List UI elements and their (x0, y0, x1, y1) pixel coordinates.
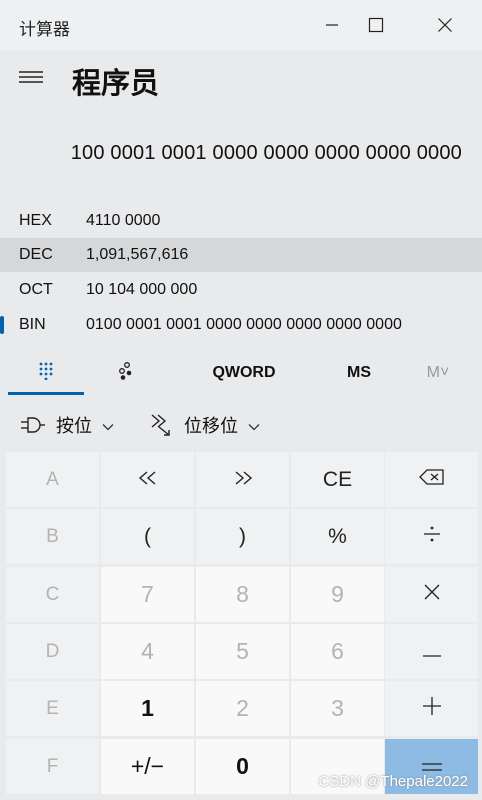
key-b[interactable]: B (6, 509, 99, 564)
key-0[interactable]: 0 (196, 739, 289, 794)
key-4[interactable]: 4 (101, 624, 194, 679)
key-add[interactable] (385, 681, 478, 736)
maximize-button[interactable] (353, 8, 399, 42)
key-f[interactable]: F (6, 739, 99, 794)
key-5[interactable]: 5 (196, 624, 289, 679)
app-title: 计算器 (19, 20, 70, 39)
plus-icon (422, 696, 442, 722)
left-shift-icon (137, 468, 159, 492)
key-8[interactable]: 8 (196, 567, 289, 622)
bitwise-gate-icon (20, 415, 46, 435)
key-percent[interactable]: % (291, 509, 384, 564)
full-keypad-icon (38, 362, 54, 385)
close-button[interactable] (422, 8, 468, 42)
active-radix-indicator (0, 316, 4, 334)
key-3[interactable]: 3 (291, 681, 384, 736)
bitshift-dropdown[interactable]: 位移位 (150, 405, 260, 445)
radix-row-dec[interactable]: DEC 1,091,567,616 (0, 238, 482, 272)
key-subtract[interactable] (385, 624, 478, 679)
key-left-paren[interactable]: ( (101, 509, 194, 564)
minus-icon (422, 640, 442, 664)
key-d[interactable]: D (6, 624, 99, 679)
radix-name-oct: OCT (19, 281, 53, 298)
tab-full-keypad[interactable] (8, 352, 84, 394)
bitshift-label: 位移位 (184, 416, 238, 436)
radix-name-hex: HEX (19, 212, 52, 229)
backspace-icon (418, 468, 445, 492)
divide-icon (422, 525, 442, 549)
key-e[interactable]: E (6, 681, 99, 736)
key-negate[interactable]: +/− (101, 739, 194, 794)
radix-row-hex[interactable]: HEX 4110 0000 (0, 204, 482, 238)
key-left-shift[interactable] (101, 452, 194, 507)
chevron-down-icon (248, 415, 260, 436)
keypad-mode-tabs: QWORD MS M˅ (0, 352, 482, 394)
radix-value-bin: 0100 0001 0001 0000 0000 0000 0000 0000 (86, 316, 402, 333)
memory-menu-label: M˅ (426, 364, 450, 381)
key-c[interactable]: C (6, 567, 99, 622)
bitwise-dropdown[interactable]: 按位 (20, 405, 114, 445)
key-backspace[interactable] (385, 452, 478, 507)
active-tab-underline (8, 392, 84, 395)
radix-value-hex: 4110 0000 (86, 212, 161, 229)
tools-bar: 按位 位移位 (0, 405, 482, 445)
key-a[interactable]: A (6, 452, 99, 507)
title-bar: 计算器 (0, 0, 482, 50)
close-icon (437, 17, 453, 33)
word-size-label: QWORD (212, 364, 276, 381)
minimize-icon (325, 18, 339, 32)
radix-name-dec: DEC (19, 246, 53, 263)
memory-menu-button[interactable]: M˅ (410, 352, 466, 394)
memory-store-label: MS (347, 364, 371, 381)
watermark: CSDN @Thepale2022 (318, 773, 468, 790)
chevron-down-icon (102, 415, 114, 436)
multiply-icon (423, 583, 441, 607)
radix-row-oct[interactable]: OCT 10 104 000 000 (0, 273, 482, 307)
radix-name-bin: BIN (19, 316, 46, 333)
result-display: 100 0001 0001 0000 0000 0000 0000 0000 (70, 142, 462, 164)
keypad: A CE B ( ) % C 7 8 9 D 4 5 6 E 1 2 3 F +… (6, 452, 478, 798)
key-clear-entry[interactable]: CE (291, 452, 384, 507)
radix-value-oct: 10 104 000 000 (86, 281, 198, 298)
key-right-shift[interactable] (196, 452, 289, 507)
key-right-paren[interactable]: ) (196, 509, 289, 564)
key-7[interactable]: 7 (101, 567, 194, 622)
radix-value-dec: 1,091,567,616 (86, 246, 189, 263)
bit-toggle-keypad-icon (117, 361, 135, 385)
right-shift-icon (232, 468, 254, 492)
hamburger-menu-icon (18, 69, 44, 90)
radix-row-bin[interactable]: BIN 0100 0001 0001 0000 0000 0000 0000 0… (0, 308, 482, 342)
key-6[interactable]: 6 (291, 624, 384, 679)
key-2[interactable]: 2 (196, 681, 289, 736)
bitwise-label: 按位 (56, 416, 92, 436)
key-multiply[interactable] (385, 567, 478, 622)
key-divide[interactable] (385, 509, 478, 564)
mode-title: 程序员 (72, 68, 160, 100)
tab-bit-toggle-keypad[interactable] (88, 352, 164, 394)
memory-store-button[interactable]: MS (326, 352, 392, 394)
maximize-icon (368, 17, 384, 33)
key-1[interactable]: 1 (101, 681, 194, 736)
key-9[interactable]: 9 (291, 567, 384, 622)
minimize-button[interactable] (309, 8, 355, 42)
word-size-button[interactable]: QWORD (190, 352, 298, 394)
navigation-menu-button[interactable] (14, 64, 48, 94)
bitshift-icon (150, 413, 172, 437)
